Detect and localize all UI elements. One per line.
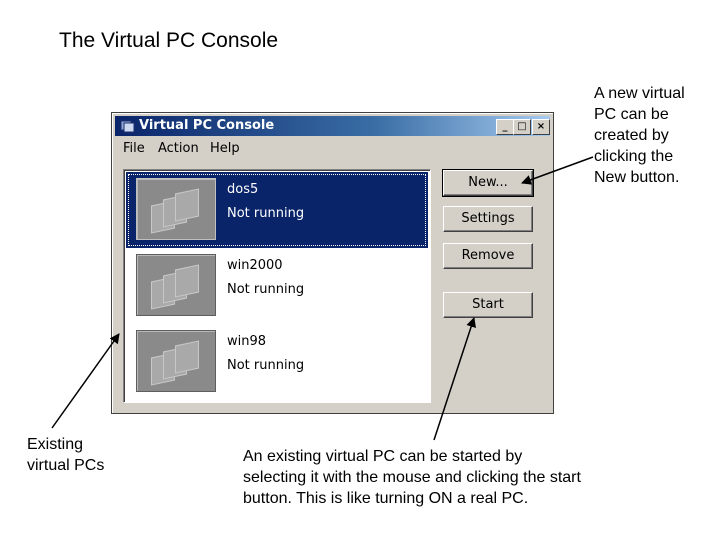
arrow-to-vm-list bbox=[51, 333, 120, 429]
callout-arrows bbox=[51, 156, 594, 441]
arrow-to-start-button bbox=[433, 317, 476, 441]
arrow-to-new-button bbox=[521, 156, 594, 185]
